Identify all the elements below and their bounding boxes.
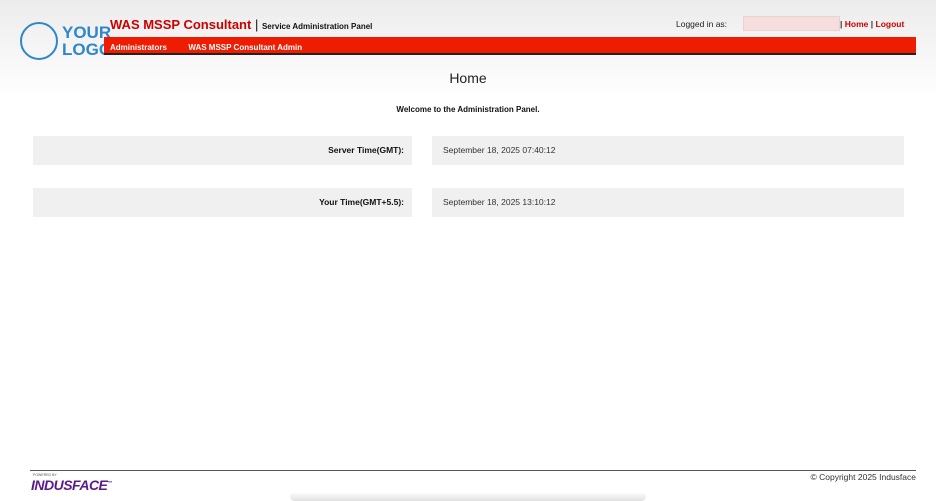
top-links: | Home | Logout — [840, 19, 904, 29]
nav-item-administrators[interactable]: Administrators — [110, 40, 167, 56]
logged-in-user — [743, 16, 840, 31]
title-separator: | — [254, 17, 259, 32]
page-title: Home — [449, 70, 487, 86]
footer-divider — [30, 470, 916, 471]
nav-item-consultant-admin[interactable]: WAS MSSP Consultant Admin — [188, 40, 302, 56]
server-time-label: Server Time(GMT): — [33, 136, 412, 165]
indusface-logo: INDUSFACE™ — [31, 477, 112, 493]
local-time-row: Your Time(GMT+5.5): September 18, 2025 1… — [33, 188, 904, 217]
link-separator: | — [870, 19, 874, 29]
logged-in-label: Logged in as: — [676, 19, 728, 29]
welcome-message: Welcome to the Administration Panel. — [396, 105, 540, 114]
local-time-label: Your Time(GMT+5.5): — [33, 188, 412, 217]
brand-name: WAS MSSP Consultant — [110, 17, 252, 32]
panel-subtitle: Service Administration Panel — [261, 22, 373, 31]
copyright-text: © Copyright 2025 Indusface — [810, 472, 917, 482]
main-nav: Administrators WAS MSSP Consultant Admin — [104, 37, 916, 55]
home-link[interactable]: Home — [845, 19, 869, 29]
company-logo[interactable]: YOUR LOGO — [20, 20, 112, 64]
bottom-shadow — [290, 492, 646, 501]
logo-ring-icon — [20, 22, 58, 60]
link-separator: | — [840, 19, 843, 29]
logout-link[interactable]: Logout — [876, 19, 905, 29]
server-time-value: September 18, 2025 07:40:12 — [432, 136, 904, 165]
trademark-mark: ™ — [107, 480, 112, 487]
server-time-row: Server Time(GMT): September 18, 2025 07:… — [33, 136, 904, 165]
app-title: WAS MSSP Consultant | Service Administra… — [110, 17, 372, 32]
indusface-logo-text: INDUSFACE — [31, 477, 108, 493]
local-time-value: September 18, 2025 13:10:12 — [432, 188, 904, 217]
